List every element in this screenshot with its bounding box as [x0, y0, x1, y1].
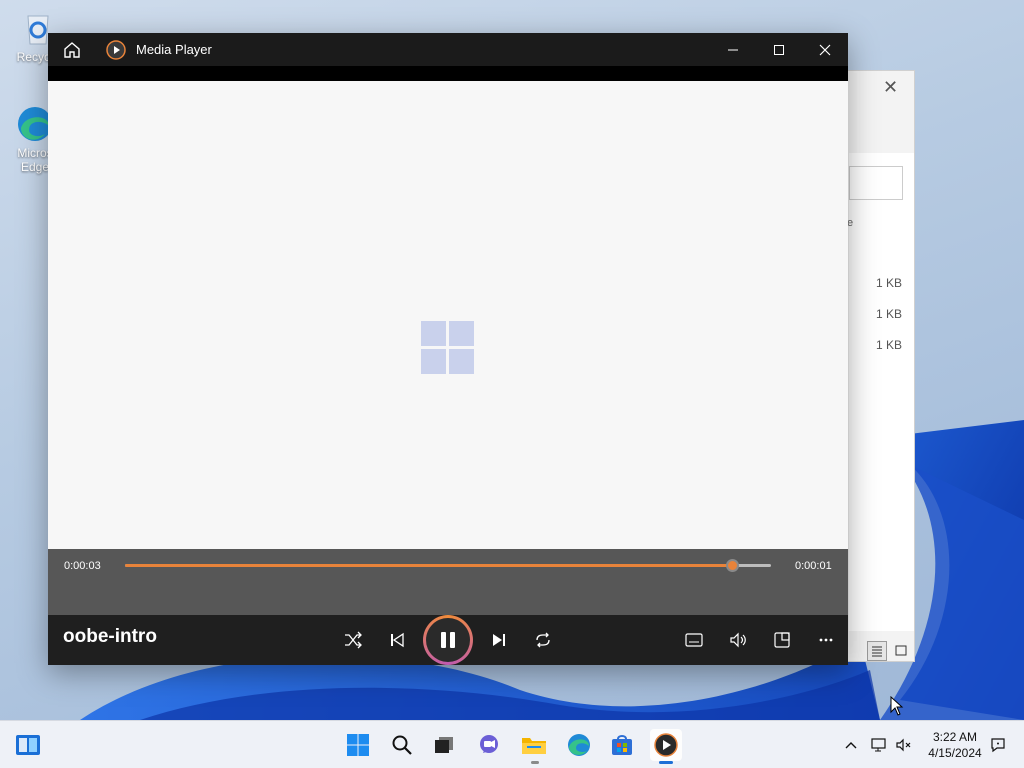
chat-icon	[480, 735, 498, 753]
repeat-icon	[536, 632, 550, 648]
tiles-view-button[interactable]	[891, 641, 911, 661]
clock-time: 3:22 AM	[932, 730, 978, 744]
pause-icon	[441, 632, 455, 648]
seek-area: 0:00:03 0:00:01	[48, 549, 848, 615]
title-bar: Media Player	[48, 33, 848, 66]
shuffle-icon	[345, 631, 362, 649]
running-indicator	[531, 761, 539, 764]
volume-icon	[730, 632, 746, 648]
file-size: 1 KB	[876, 307, 903, 321]
windows-start-icon	[347, 734, 369, 756]
clock[interactable]: 3:22 AM 4/15/2024	[920, 729, 990, 761]
chat-button[interactable]	[473, 729, 505, 761]
volume-tray-button[interactable]	[888, 729, 920, 761]
video-surface[interactable]	[48, 81, 848, 549]
captions-icon	[685, 633, 703, 647]
task-view-button[interactable]	[428, 729, 460, 761]
folder-icon	[522, 738, 546, 754]
remaining-time: 0:00:01	[795, 560, 832, 572]
store-button[interactable]	[606, 729, 638, 761]
miniplayer-button[interactable]	[768, 626, 796, 654]
transport-bar: oobe-intro	[48, 615, 848, 665]
next-icon	[493, 634, 505, 646]
pause-button[interactable]	[423, 615, 473, 665]
widgets-button[interactable]	[12, 729, 44, 761]
details-view-button[interactable]	[867, 641, 887, 661]
more-icon	[819, 638, 833, 642]
close-icon[interactable]: ✕	[883, 77, 898, 98]
store-icon	[612, 735, 632, 755]
search-input[interactable]	[849, 166, 903, 200]
explorer-content	[849, 153, 914, 631]
network-icon	[871, 738, 886, 752]
search-button[interactable]	[386, 729, 418, 761]
file-explorer-button[interactable]	[518, 729, 550, 761]
file-size: 1 KB	[876, 338, 903, 352]
notifications-button[interactable]	[982, 729, 1014, 761]
media-player-icon	[654, 733, 678, 757]
maximize-button[interactable]	[756, 33, 802, 66]
file-size: 1 KB	[876, 276, 903, 290]
volume-button[interactable]	[724, 626, 752, 654]
start-button[interactable]	[342, 729, 374, 761]
clock-date: 4/15/2024	[928, 746, 982, 760]
edge-button[interactable]	[563, 729, 595, 761]
media-title: oobe-intro	[63, 626, 157, 647]
minimize-button[interactable]	[710, 33, 756, 66]
window-title: Media Player	[136, 42, 212, 57]
chevron-up-icon	[845, 742, 857, 749]
previous-icon	[391, 632, 404, 648]
search-icon	[392, 735, 412, 755]
widgets-icon	[16, 735, 40, 755]
player-controls: 0:00:03 0:00:01 oobe-intro	[48, 549, 848, 665]
more-options-button[interactable]	[812, 626, 840, 654]
notification-icon	[991, 738, 1005, 753]
elapsed-time: 0:00:03	[64, 560, 101, 572]
windows-logo-icon	[421, 321, 474, 374]
seek-bar-thumb[interactable]	[726, 559, 740, 572]
task-view-icon	[435, 737, 453, 753]
seek-bar[interactable]	[125, 559, 771, 572]
next-button[interactable]	[485, 626, 513, 654]
previous-button[interactable]	[383, 626, 411, 654]
taskbar: 3:22 AM 4/15/2024	[0, 720, 1024, 768]
media-player-window: Media Player 0:00:03 0:00:01 oobe-intro	[48, 33, 848, 665]
active-indicator	[659, 761, 673, 764]
shuffle-button[interactable]	[339, 626, 367, 654]
mouse-cursor-icon	[890, 696, 904, 716]
seek-bar-progress	[125, 564, 733, 567]
repeat-button[interactable]	[529, 626, 557, 654]
media-player-taskbar-button[interactable]	[650, 729, 682, 761]
home-icon[interactable]	[62, 40, 82, 60]
volume-muted-icon	[896, 738, 911, 752]
captions-button[interactable]	[680, 626, 708, 654]
miniplayer-icon	[774, 632, 790, 648]
edge-icon	[568, 734, 590, 756]
media-player-app-icon	[106, 40, 126, 60]
close-button[interactable]	[802, 33, 848, 66]
